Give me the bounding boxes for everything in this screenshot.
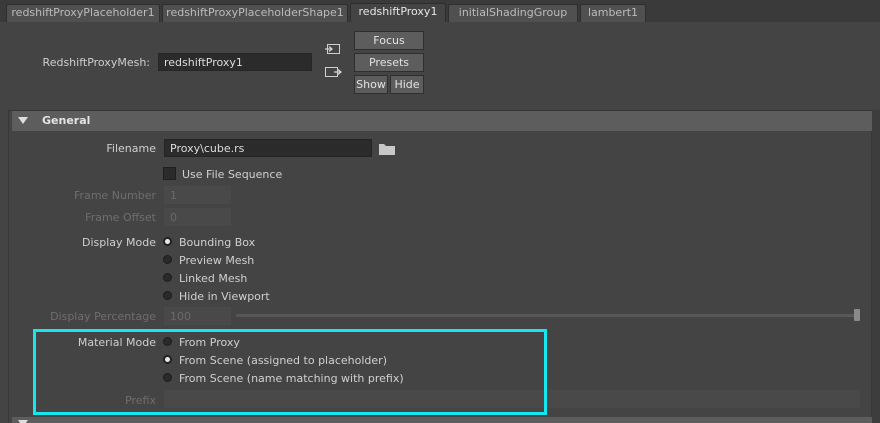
mesh-name-field[interactable]: redshiftProxy1 xyxy=(158,53,312,71)
folder-icon[interactable] xyxy=(378,141,396,156)
material-mode-highlight-box xyxy=(33,329,547,415)
general-section-header[interactable]: General xyxy=(12,111,872,131)
tab-redshift-proxy-placeholder-shape[interactable]: redshiftProxyPlaceholderShape1 xyxy=(162,4,348,22)
frame-offset-label: Frame Offset xyxy=(85,211,156,224)
use-file-sequence-label: Use File Sequence xyxy=(182,168,283,181)
use-file-sequence-checkbox[interactable] xyxy=(163,167,176,180)
frame-number-label: Frame Number xyxy=(74,189,156,202)
display-percentage-slider[interactable] xyxy=(236,314,858,317)
filename-field[interactable]: Proxy\cube.rs xyxy=(164,139,372,157)
focus-button[interactable]: Focus xyxy=(354,31,424,50)
next-section-header[interactable] xyxy=(12,417,872,423)
display-mode-preview-mesh-label: Preview Mesh xyxy=(179,254,255,267)
collapse-triangle-icon xyxy=(18,117,28,124)
frame-number-field[interactable]: 1 xyxy=(164,186,231,204)
display-mode-bounding-box-label: Bounding Box xyxy=(179,236,256,249)
hide-button[interactable]: Hide xyxy=(390,75,424,94)
display-mode-preview-mesh-radio[interactable] xyxy=(163,255,172,264)
tab-redshift-proxy[interactable]: redshiftProxy1 xyxy=(350,3,446,22)
display-percentage-slider-handle[interactable] xyxy=(854,309,860,321)
display-mode-linked-mesh-label: Linked Mesh xyxy=(179,272,248,285)
tab-bar: redshiftProxyPlaceholder1 redshiftProxyP… xyxy=(0,0,880,22)
tab-lambert[interactable]: lambert1 xyxy=(580,4,646,22)
display-mode-hide-in-viewport-label: Hide in Viewport xyxy=(179,290,270,303)
mesh-label: RedshiftProxyMesh: xyxy=(42,56,150,69)
connect-input-icon[interactable] xyxy=(324,41,342,57)
display-percentage-field[interactable]: 100 xyxy=(164,307,231,325)
presets-button[interactable]: Presets xyxy=(354,53,424,72)
scrollbar[interactable] xyxy=(872,110,880,423)
general-section-title: General xyxy=(42,114,91,127)
display-mode-hide-in-viewport-radio[interactable] xyxy=(163,291,172,300)
tab-initial-shading-group[interactable]: initialShadingGroup xyxy=(448,4,578,22)
show-button[interactable]: Show xyxy=(354,75,388,94)
display-mode-bounding-box-radio[interactable] xyxy=(163,237,172,246)
tab-redshift-proxy-placeholder[interactable]: redshiftProxyPlaceholder1 xyxy=(6,4,160,22)
filename-label: Filename xyxy=(106,142,156,155)
display-percentage-label: Display Percentage xyxy=(50,310,156,323)
display-mode-linked-mesh-radio[interactable] xyxy=(163,273,172,282)
frame-offset-field[interactable]: 0 xyxy=(164,208,231,226)
connect-output-icon[interactable] xyxy=(324,64,342,80)
display-mode-label: Display Mode xyxy=(81,236,156,249)
